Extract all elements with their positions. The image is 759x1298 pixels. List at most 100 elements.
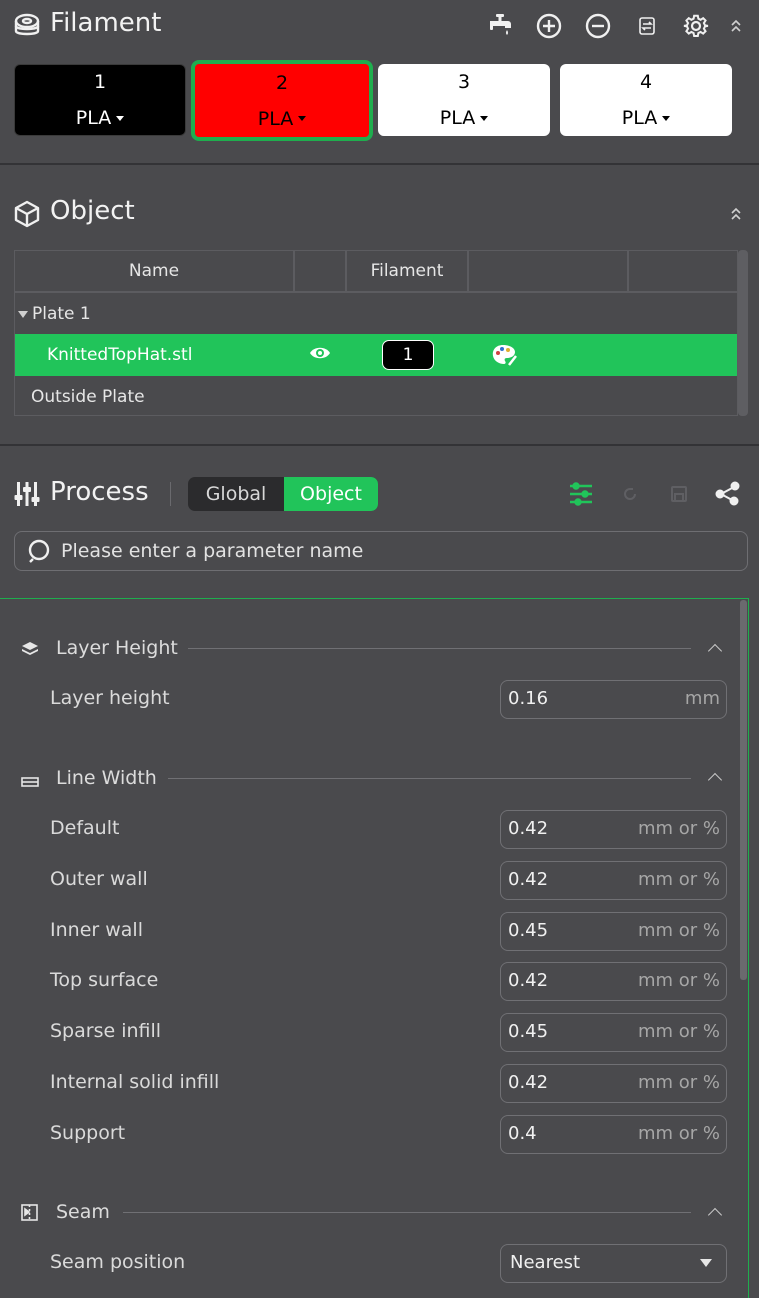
- param-label: Inner wall: [50, 919, 143, 941]
- dropdown-caret-icon: [298, 116, 307, 121]
- slot-number: 4: [639, 71, 653, 93]
- param-input-layer-height[interactable]: 0.16 mm: [500, 680, 727, 719]
- slot-number: 1: [93, 71, 107, 93]
- slot-material: PLA: [621, 107, 658, 129]
- column-visibility[interactable]: [295, 251, 347, 291]
- compare-icon[interactable]: [715, 480, 741, 510]
- column-extra[interactable]: [629, 251, 737, 291]
- row-label: KnittedTopHat.stl: [47, 345, 193, 365]
- param-unit: mm or %: [637, 920, 720, 941]
- search-input[interactable]: Please enter a parameter name: [61, 540, 363, 562]
- param-value[interactable]: 0.4: [508, 1116, 537, 1152]
- filament-slot-3[interactable]: 3 PLA: [378, 64, 550, 136]
- collapse-group-icon[interactable]: [707, 772, 723, 788]
- gear-icon[interactable]: [681, 10, 711, 42]
- param-unit: mm or %: [637, 1072, 720, 1093]
- param-value[interactable]: 0.42: [508, 963, 548, 999]
- search-icon: [27, 538, 53, 564]
- advanced-settings-icon[interactable]: [568, 481, 594, 511]
- filament-spool-icon: [12, 10, 42, 42]
- param-input-sparse-infill[interactable]: 0.45 mm or %: [500, 1013, 727, 1052]
- paint-palette-icon[interactable]: [491, 343, 517, 372]
- expand-triangle-icon[interactable]: [18, 310, 28, 318]
- add-filament-icon[interactable]: [534, 10, 564, 42]
- column-name[interactable]: Name: [15, 251, 295, 291]
- param-label: Seam position: [50, 1251, 186, 1273]
- dropdown-caret-icon: [116, 115, 125, 121]
- sync-filament-icon[interactable]: [636, 14, 658, 38]
- seam-position-select[interactable]: Nearest: [500, 1244, 727, 1283]
- process-scrollbar[interactable]: [740, 600, 747, 980]
- dropdown-arrow-icon: [700, 1259, 712, 1267]
- collapse-filament-icon[interactable]: [726, 14, 746, 38]
- collapse-group-icon[interactable]: [707, 1207, 723, 1223]
- param-input-support[interactable]: 0.4 mm or %: [500, 1115, 727, 1154]
- param-value[interactable]: 0.16: [508, 681, 548, 717]
- save-icon[interactable]: [670, 485, 688, 507]
- collapse-group-icon[interactable]: [707, 643, 723, 659]
- process-settings-panel: Layer Height Layer height 0.16 mm Line W…: [0, 598, 749, 1298]
- process-title: Process: [50, 477, 149, 507]
- slot-material: PLA: [75, 107, 112, 129]
- group-title-layer-height: Layer Height: [56, 637, 178, 659]
- seam-icon: [21, 1204, 38, 1225]
- title-separator: [170, 482, 171, 506]
- param-label: Layer height: [50, 687, 170, 709]
- flush-tap-icon[interactable]: [484, 10, 516, 42]
- param-value[interactable]: 0.42: [508, 1065, 548, 1101]
- filament-slot-2[interactable]: 2 PLA: [191, 60, 373, 141]
- reset-icon[interactable]: [621, 485, 639, 507]
- row-label: Plate 1: [32, 304, 91, 324]
- param-value: Nearest: [510, 1252, 581, 1273]
- param-label: Internal solid infill: [50, 1071, 220, 1093]
- section-divider: [0, 163, 759, 165]
- filament-slot-4[interactable]: 4 PLA: [560, 64, 732, 136]
- slot-number: 3: [457, 71, 471, 93]
- param-unit: mm or %: [637, 869, 720, 890]
- row-label: Outside Plate: [31, 387, 145, 407]
- param-input-internal-solid-infill[interactable]: 0.42 mm or %: [500, 1064, 727, 1103]
- table-header: Name Filament: [15, 251, 737, 293]
- layers-icon: [21, 641, 39, 661]
- param-label: Support: [50, 1122, 126, 1144]
- group-divider: [188, 648, 691, 649]
- column-paint[interactable]: [469, 251, 629, 291]
- parameter-search[interactable]: Please enter a parameter name: [14, 531, 748, 571]
- group-title-line-width: Line Width: [56, 767, 157, 789]
- param-label: Default: [50, 817, 120, 839]
- table-row-outside-plate[interactable]: Outside Plate: [15, 376, 737, 418]
- global-object-toggle[interactable]: Global Object: [188, 477, 378, 511]
- toggle-object[interactable]: Object: [284, 477, 378, 511]
- column-filament[interactable]: Filament: [347, 251, 469, 291]
- remove-filament-icon[interactable]: [583, 10, 613, 42]
- param-unit: mm: [684, 688, 720, 709]
- param-unit: mm or %: [637, 818, 720, 839]
- table-row-plate[interactable]: Plate 1: [15, 293, 737, 335]
- filament-slot-1[interactable]: 1 PLA: [14, 64, 186, 136]
- sliders-icon: [12, 478, 42, 510]
- section-divider: [0, 444, 759, 446]
- param-value[interactable]: 0.42: [508, 862, 548, 898]
- param-input-outer-wall[interactable]: 0.42 mm or %: [500, 861, 727, 900]
- object-title: Object: [50, 196, 135, 226]
- param-input-default[interactable]: 0.42 mm or %: [500, 810, 727, 849]
- collapse-object-icon[interactable]: [726, 202, 746, 226]
- slot-number: 2: [275, 71, 289, 94]
- slot-material: PLA: [257, 107, 294, 130]
- slot-material: PLA: [439, 107, 476, 129]
- eye-icon[interactable]: [309, 345, 331, 366]
- param-label: Top surface: [50, 969, 159, 991]
- filament-badge[interactable]: 1: [382, 340, 434, 370]
- toggle-global[interactable]: Global: [188, 477, 284, 511]
- param-value[interactable]: 0.45: [508, 1014, 548, 1050]
- param-input-top-surface[interactable]: 0.42 mm or %: [500, 962, 727, 1001]
- object-table-scrollbar[interactable]: [738, 250, 748, 416]
- table-row-object[interactable]: KnittedTopHat.stl 1: [15, 334, 737, 376]
- param-input-inner-wall[interactable]: 0.45 mm or %: [500, 912, 727, 951]
- param-value[interactable]: 0.42: [508, 811, 548, 847]
- param-value[interactable]: 0.45: [508, 913, 548, 949]
- line-width-icon: [21, 772, 39, 791]
- cube-icon: [12, 198, 42, 230]
- param-label: Sparse infill: [50, 1020, 162, 1042]
- object-table: Name Filament Plate 1 KnittedTopHat.stl …: [14, 250, 738, 416]
